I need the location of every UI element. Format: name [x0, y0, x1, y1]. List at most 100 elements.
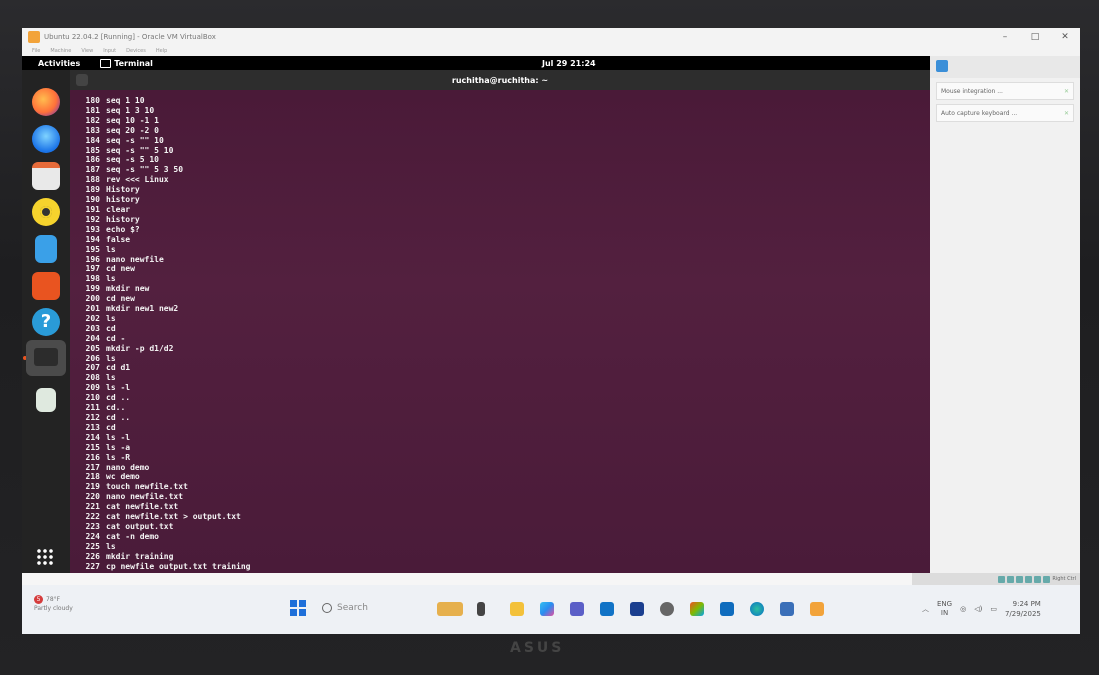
files-icon[interactable]: [32, 162, 60, 190]
pin-icon[interactable]: [936, 60, 948, 72]
widgets-icon[interactable]: [437, 602, 463, 616]
history-line: 206 ls: [78, 354, 930, 364]
history-command: seq 10 -1 1: [106, 115, 159, 125]
history-number: 203: [85, 323, 100, 333]
history-command: ls -l: [106, 383, 131, 393]
task-view-icon[interactable]: [477, 602, 485, 616]
close-icon[interactable]: ✕: [1064, 88, 1069, 95]
history-number: 223: [85, 521, 100, 531]
maximize-button[interactable]: □: [1020, 32, 1050, 42]
show-apps-icon[interactable]: [36, 548, 54, 566]
history-line: 205 mkdir -p d1/d2: [78, 344, 930, 354]
teams-icon[interactable]: [570, 602, 584, 616]
virtualbox-menu-bar: File Machine View Input Devices Help: [22, 46, 1080, 56]
history-command: ls: [106, 274, 116, 284]
optical-icon[interactable]: [1007, 575, 1015, 583]
menu-input[interactable]: Input: [103, 48, 116, 54]
history-line: 187 seq -s "" 5 3 50: [78, 165, 930, 175]
close-button[interactable]: ✕: [1050, 32, 1080, 42]
libreoffice-writer-icon[interactable]: [35, 235, 57, 263]
history-number: 195: [85, 244, 100, 254]
history-line: 181 seq 1 3 10: [78, 106, 930, 116]
copilot-icon[interactable]: [540, 602, 554, 616]
history-line: 201 mkdir new1 new2: [78, 304, 930, 314]
history-command: history: [106, 195, 140, 205]
menu-file[interactable]: File: [32, 48, 40, 54]
virtualbox-icon: [28, 31, 40, 43]
history-number: 198: [85, 274, 100, 284]
panel-header: [930, 56, 1080, 78]
new-tab-icon[interactable]: [76, 74, 88, 86]
volume-icon[interactable]: ◁): [974, 605, 982, 613]
display-icon[interactable]: [1043, 575, 1051, 583]
close-icon[interactable]: ✕: [1064, 110, 1069, 117]
history-line: 186 seq -s 5 10: [78, 155, 930, 165]
taskbar-search[interactable]: Search: [322, 599, 422, 617]
history-number: 212: [85, 413, 100, 422]
menu-devices[interactable]: Devices: [126, 48, 146, 54]
history-command: nano newfile: [106, 254, 164, 264]
menu-view[interactable]: View: [81, 48, 93, 54]
history-number: 222: [85, 512, 100, 522]
history-number: 180: [85, 96, 100, 105]
menu-machine[interactable]: Machine: [50, 48, 71, 54]
mail-icon[interactable]: [600, 602, 614, 616]
hdd-icon[interactable]: [998, 575, 1006, 583]
edge-icon[interactable]: [750, 602, 764, 616]
history-command: touch newfile.txt: [106, 482, 188, 492]
vm-running-icon[interactable]: [810, 602, 824, 616]
outlook-icon[interactable]: [720, 602, 734, 616]
terminal-output[interactable]: 180 seq 1 10 181 seq 1 3 10 182 seq 10 -1 1 18…: [70, 90, 930, 573]
taskbar-clock[interactable]: 9:24 PM 7/29/2025: [1005, 599, 1041, 619]
app-icon[interactable]: [630, 602, 644, 616]
weather-widget[interactable]: 5 78°F Partly cloudy: [34, 595, 73, 613]
chevron-up-icon[interactable]: ︿: [922, 604, 929, 614]
app-center-icon[interactable]: [32, 272, 60, 300]
network-tray-icon[interactable]: ◎: [960, 605, 966, 613]
history-number: 206: [85, 353, 100, 363]
terminal-title: ruchitha@ruchitha: ~: [451, 75, 549, 85]
history-command: ls -R: [106, 452, 131, 462]
rhythmbox-icon[interactable]: [32, 198, 60, 226]
history-line: 191 clear: [78, 205, 930, 215]
minimize-button[interactable]: –: [990, 32, 1020, 42]
notification-text: Mouse integration ...: [941, 87, 1003, 95]
history-line: 220 nano newfile.txt: [78, 492, 930, 502]
history-line: 216 ls -R: [78, 453, 930, 463]
system-clock[interactable]: Jul 29 21:24: [542, 59, 596, 68]
history-number: 186: [85, 155, 100, 165]
history-line: 204 cd -: [78, 334, 930, 344]
office-icon[interactable]: [690, 602, 704, 616]
history-list: 180 seq 1 10 181 seq 1 3 10 182 seq 10 -1 1 18…: [70, 90, 930, 572]
whatsapp-icon[interactable]: [660, 602, 674, 616]
help-icon[interactable]: ?: [32, 308, 60, 336]
history-command: history: [106, 214, 140, 224]
history-line: 200 cd new: [78, 294, 930, 304]
battery-icon[interactable]: ▭: [990, 605, 997, 613]
notification-auto-capture[interactable]: Auto capture keyboard ... ✕: [936, 104, 1074, 122]
start-button[interactable]: [290, 600, 306, 616]
history-command: cat output.txt: [106, 521, 174, 531]
file-explorer-icon[interactable]: [510, 602, 524, 616]
menu-help[interactable]: Help: [156, 48, 167, 54]
history-command: ls: [106, 313, 116, 323]
shared-folder-icon[interactable]: [1034, 575, 1042, 583]
usb-icon[interactable]: [1025, 575, 1033, 583]
network-icon[interactable]: [1016, 575, 1024, 583]
history-line: 180 seq 1 10: [78, 96, 930, 106]
terminal-header-bar[interactable]: ruchitha@ruchitha: ~: [70, 70, 930, 90]
history-number: 216: [85, 452, 100, 462]
notification-mouse-integration[interactable]: Mouse integration ... ✕: [936, 82, 1074, 100]
history-command: cat -n demo: [106, 531, 159, 541]
terminal-dock-icon[interactable]: [26, 340, 66, 376]
virtualbox-title-bar[interactable]: Ubuntu 22.04.2 [Running] - Oracle VM Vir…: [22, 28, 1080, 46]
activities-button[interactable]: Activities: [38, 59, 80, 68]
history-number: 220: [85, 492, 100, 502]
firefox-icon[interactable]: [32, 88, 60, 116]
virtualbox-taskbar-icon[interactable]: [780, 602, 794, 616]
app-menu-terminal[interactable]: Terminal: [100, 58, 153, 68]
history-line: 226 mkdir training: [78, 552, 930, 562]
trash-icon[interactable]: [36, 388, 56, 412]
thunderbird-icon[interactable]: [32, 125, 60, 153]
language-indicator[interactable]: ENG IN: [937, 600, 952, 618]
